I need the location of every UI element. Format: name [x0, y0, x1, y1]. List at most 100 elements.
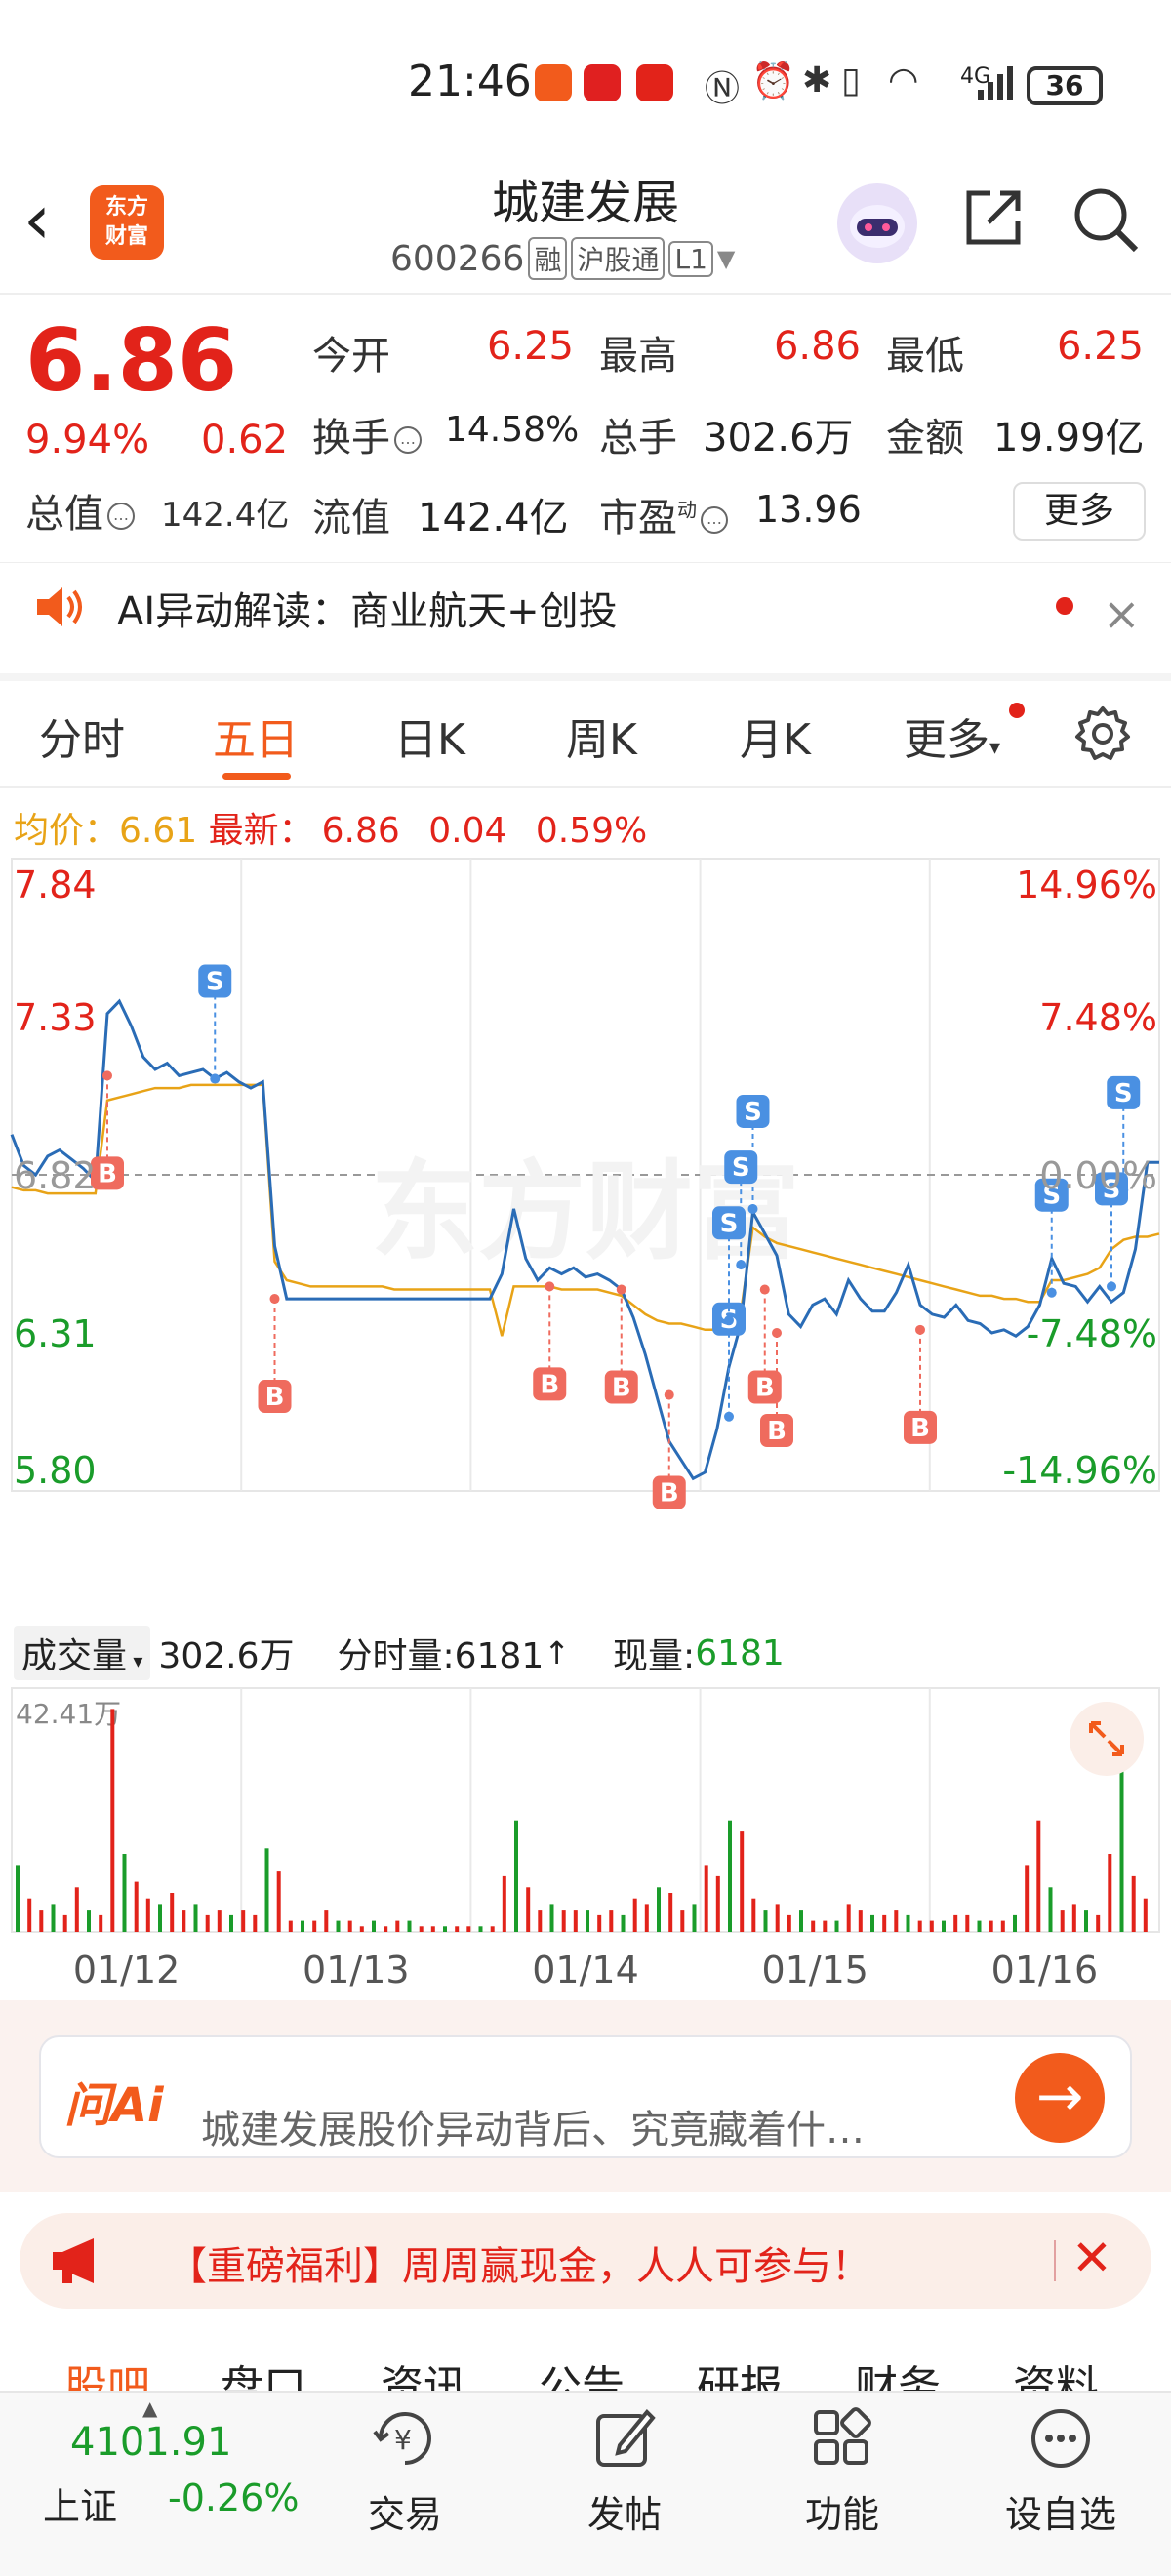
- volume-bar: [621, 1914, 626, 1932]
- five-day-price-chart[interactable]: 东方财富 BSBBBBSSSSBBBSSS 7.8414.96%7.337.48…: [0, 849, 1171, 1620]
- volume-bar: [728, 1820, 732, 1932]
- volume-bar: [1013, 1914, 1017, 1932]
- notification-dot: [1009, 703, 1025, 718]
- more-quote-button[interactable]: 更多: [1013, 482, 1146, 541]
- volume-header: 成交量 ▾ 302.6万 分时量:6181 ↑ 现量: 6181: [14, 1626, 785, 1680]
- y-axis-tick-right: -14.96%: [1002, 1449, 1157, 1492]
- float-cap-label: 流值: [312, 496, 390, 541]
- date-axis: 01/12 01/13 01/14 01/15 01/16: [73, 1949, 1098, 1992]
- volume-bar: [882, 1914, 887, 1932]
- volume-bar: [336, 1920, 341, 1932]
- volume-bar: [763, 1910, 768, 1932]
- trade-icon[interactable]: ¥: [371, 2404, 439, 2473]
- signal-icon: [976, 62, 1015, 101]
- app-notification-icon: [636, 64, 673, 101]
- close-icon[interactable]: ×: [1103, 591, 1141, 636]
- volume-bar: [430, 1926, 435, 1932]
- volume-bar: [170, 1893, 175, 1932]
- volume-bar: [942, 1920, 946, 1932]
- volume-bar: [870, 1914, 874, 1932]
- info-icon[interactable]: …: [107, 503, 135, 530]
- y-axis-tick-left: 7.33: [14, 996, 97, 1039]
- volume-bar: [122, 1854, 127, 1932]
- low-label: 最低: [886, 334, 964, 379]
- indicator-label: 成交量: [21, 1636, 128, 1676]
- info-icon[interactable]: …: [701, 506, 728, 534]
- wifi-icon: ◠: [888, 60, 919, 101]
- high-label: 最高: [599, 334, 677, 379]
- arrow-right-icon[interactable]: →: [1015, 2053, 1105, 2143]
- market-cap-value: 142.4亿: [161, 488, 289, 536]
- volume-bar: [751, 1898, 756, 1932]
- index-value[interactable]: 4101.91: [70, 2420, 231, 2465]
- volume-bar: [799, 1910, 803, 1932]
- tab-five-day[interactable]: 五日: [213, 704, 299, 767]
- volume-bar: [324, 1910, 329, 1932]
- volume-bar: [906, 1914, 910, 1932]
- nav-add-watchlist[interactable]: 设自选: [992, 2484, 1129, 2538]
- info-icon[interactable]: …: [394, 426, 422, 454]
- ask-ai-input[interactable]: 城建发展股价异动背后、究竟藏着什…: [201, 2098, 865, 2154]
- current-volume-label: 现量:: [613, 1636, 696, 1676]
- y-axis-tick-right: 0.00%: [1039, 1154, 1157, 1197]
- market-cap-value-text: 142.4亿: [161, 496, 290, 535]
- stock-code-row[interactable]: 600266 融 沪股通 L1 ▼: [390, 237, 735, 280]
- divider: [1054, 2240, 1056, 2281]
- volume-bar: [158, 1904, 162, 1932]
- avg-value: 6.61: [119, 811, 198, 851]
- tab-daily-k[interactable]: 日K: [394, 704, 465, 767]
- volume-bar: [1096, 1914, 1101, 1932]
- edit-post-icon[interactable]: [590, 2404, 659, 2473]
- tab-monthly-k[interactable]: 月K: [740, 704, 811, 767]
- promo-text[interactable]: 【重磅福利】周周赢现金，人人可参与！: [168, 2234, 870, 2291]
- volume-bar: [502, 1875, 506, 1932]
- trade-marker-point: [102, 1070, 112, 1081]
- buy-marker-label: B: [910, 1414, 930, 1443]
- nav-trade[interactable]: 交易: [337, 2484, 473, 2538]
- volume-bar: [787, 1914, 791, 1932]
- share-icon[interactable]: [961, 185, 1026, 250]
- volume-chart[interactable]: 42.41万 01/12 01/13 01/14 01/15 01/16: [0, 1676, 1171, 1998]
- close-icon[interactable]: ✕: [1071, 2231, 1112, 2285]
- stock-code: 600266: [390, 238, 525, 279]
- pe-value: 13.96: [755, 488, 862, 531]
- amount-value: 19.99亿: [993, 416, 1145, 461]
- trade-marker-point: [759, 1284, 770, 1295]
- level-tag: L1: [668, 240, 713, 277]
- search-icon[interactable]: [1071, 185, 1140, 254]
- gear-icon[interactable]: [1073, 704, 1132, 763]
- latest-change: 0.04: [428, 811, 507, 851]
- nav-post[interactable]: 发帖: [556, 2484, 693, 2538]
- trade-marker-point: [915, 1324, 925, 1335]
- tab-weekly-k[interactable]: 周K: [566, 704, 637, 767]
- indicator-select[interactable]: 成交量 ▾: [14, 1626, 151, 1680]
- volume-bar: [1119, 1764, 1124, 1932]
- caret-down-icon: ▾: [127, 1649, 143, 1672]
- volume-bar: [586, 1910, 589, 1932]
- volume-value: 302.6万: [703, 416, 854, 461]
- tab-intraday[interactable]: 分时: [39, 704, 125, 767]
- volume-bar: [1060, 1910, 1065, 1932]
- trade-marker-point: [545, 1281, 555, 1292]
- date-tick: 01/15: [761, 1949, 868, 1992]
- pe-label: 市盈动…: [599, 486, 728, 543]
- volume-bar: [668, 1893, 673, 1932]
- volume-bar: [490, 1926, 495, 1932]
- ai-analysis-link[interactable]: AI异动解读：商业航天+创投: [117, 580, 618, 636]
- more-dots-icon[interactable]: [1027, 2404, 1095, 2473]
- volume-bar: [87, 1910, 91, 1932]
- expand-icon[interactable]: [1070, 1702, 1144, 1776]
- buy-marker-label: B: [660, 1479, 679, 1509]
- volume-bar: [276, 1871, 281, 1932]
- grid-apps-icon[interactable]: [808, 2404, 876, 2473]
- tab-more[interactable]: 更多▾: [904, 704, 1000, 767]
- nav-functions[interactable]: 功能: [774, 2484, 910, 2538]
- volume-bar: [74, 1887, 79, 1932]
- volume-bar: [526, 1887, 531, 1932]
- volume-grid: 42.41万: [11, 1687, 1160, 1933]
- volume-bar: [134, 1881, 139, 1932]
- sell-marker-label: S: [206, 968, 224, 997]
- volume-bar: [145, 1898, 150, 1932]
- buy-marker-label: B: [98, 1159, 117, 1188]
- assistant-robot-icon[interactable]: [837, 183, 917, 263]
